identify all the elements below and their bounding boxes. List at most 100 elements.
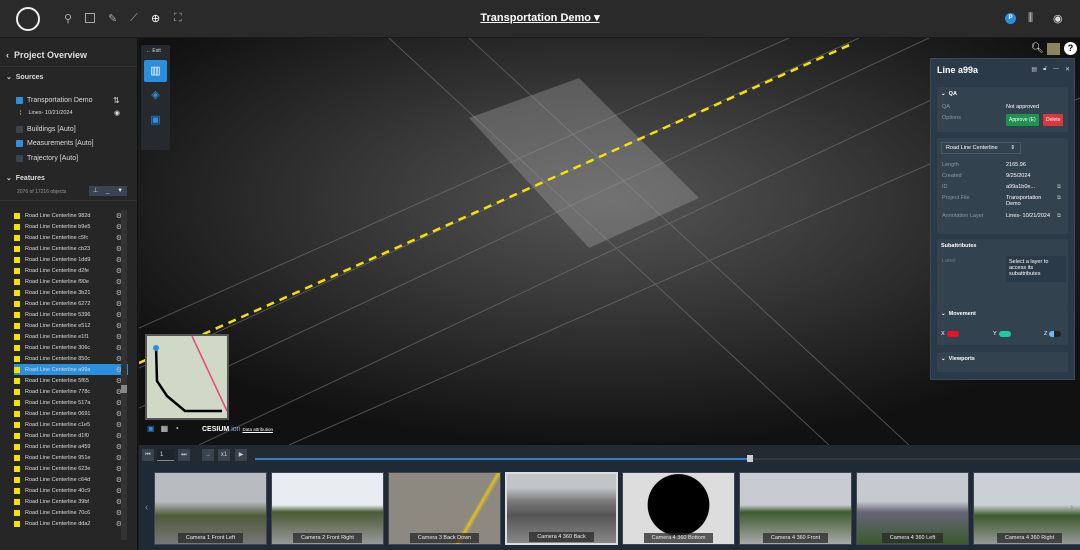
feature-list-item[interactable]: Road Line Centerline e1f1 ⚙ xyxy=(14,331,128,342)
minimize-icon[interactable]: — xyxy=(1053,66,1059,73)
collapse-icon[interactable]: _ xyxy=(106,186,109,196)
dock-icon[interactable]: ▤ xyxy=(1031,66,1037,73)
data-attribution-link[interactable]: Data attribution xyxy=(242,427,273,432)
minimap[interactable] xyxy=(145,334,229,420)
source-measurements[interactable]: Measurements [Auto] xyxy=(16,140,94,147)
play-button[interactable]: ▶ xyxy=(235,449,247,461)
camera-thumbnail[interactable]: Camera 3 Back Down xyxy=(388,472,501,545)
compass-icon[interactable]: ◔ xyxy=(174,424,179,433)
filter-icon[interactable]: ▼ xyxy=(117,186,123,196)
delete-button[interactable]: Delete xyxy=(1043,114,1064,126)
subattribute-select[interactable]: Select a layer to access its subattribut… xyxy=(1006,256,1066,282)
settings-sliders-icon[interactable]: ⫼ xyxy=(1028,12,1033,25)
camera-thumbnail[interactable]: Camera 4 360 Right xyxy=(973,472,1080,545)
camera-thumbnail[interactable]: Camera 4 360 Back xyxy=(505,472,618,545)
scrollbar[interactable] xyxy=(121,210,127,540)
feature-list-item[interactable]: Road Line Centerline cb23 ⚙ xyxy=(14,243,128,254)
feature-list-item[interactable]: Road Line Centerline 5396 ⚙ xyxy=(14,309,128,320)
feature-list-item[interactable]: Road Line Centerline 6272 ⚙ xyxy=(14,298,128,309)
feature-list-item[interactable]: Road Line Centerline c5fc ⚙ xyxy=(14,232,128,243)
feature-list-item[interactable]: Road Line Centerline b9e5 ⚙ xyxy=(14,221,128,232)
timeline-handle[interactable] xyxy=(747,455,753,462)
y-toggle[interactable] xyxy=(998,331,1011,337)
speed-button[interactable]: x1 xyxy=(218,449,230,461)
feature-list-item[interactable]: Road Line Centerline 850c ⚙ xyxy=(14,353,128,364)
last-frame-button[interactable]: ⏭ xyxy=(178,449,190,461)
movement-header[interactable]: ⌄ Movement xyxy=(941,311,976,317)
copy-icon[interactable]: ⧉ xyxy=(1057,184,1061,191)
approve-button[interactable]: Approve (E) xyxy=(1006,114,1039,126)
feature-list-item[interactable]: Road Line Centerline 517a ⚙ xyxy=(14,397,128,408)
grid-icon[interactable]: ▦ xyxy=(161,424,169,433)
feature-list-item[interactable]: Road Line Centerline 39bf ⚙ xyxy=(14,496,128,507)
imagery-thumbnail[interactable] xyxy=(1047,43,1060,55)
project-overview-back[interactable]: ‹ Project Overview xyxy=(6,50,87,60)
color-swatch xyxy=(14,509,20,516)
source-trajectory[interactable]: Trajectory [Auto] xyxy=(16,155,78,162)
sort-icon[interactable]: ⊥ xyxy=(93,186,98,196)
link-icon[interactable]: ⧉ xyxy=(1057,195,1061,202)
source-lines-layer[interactable]: ¦ Lines- 10/21/2024 xyxy=(20,110,73,116)
close-icon[interactable]: ✕ xyxy=(1065,66,1070,73)
sort-icon[interactable]: ⇅ xyxy=(113,96,120,105)
source-transportation-demo[interactable]: Transportation Demo xyxy=(16,97,93,104)
property-value: 9/25/2024 xyxy=(1006,173,1031,179)
feature-list-item[interactable]: Road Line Centerline d2fe ⚙ xyxy=(14,265,128,276)
feature-list-item[interactable]: Road Line Centerline c64d ⚙ xyxy=(14,474,128,485)
feature-list-item[interactable]: Road Line Centerline 40c9 ⚙ xyxy=(14,485,128,496)
features-header[interactable]: ⌄ Features xyxy=(6,174,45,182)
search-icon[interactable]: 🔍︎ xyxy=(1031,43,1044,54)
first-frame-button[interactable]: ⏮ xyxy=(142,449,154,461)
checkbox[interactable] xyxy=(16,155,23,162)
viewports-header[interactable]: ⌄ Viewports xyxy=(941,356,975,362)
feature-list-item[interactable]: Road Line Centerline c1e5 ⚙ xyxy=(14,419,128,430)
feature-list-item[interactable]: Road Line Centerline 1dd9 ⚙ xyxy=(14,254,128,265)
feature-list-item[interactable]: Road Line Centerline 0691 ⚙ xyxy=(14,408,128,419)
z-toggle[interactable] xyxy=(1049,331,1062,337)
image-icon[interactable]: ▣ xyxy=(141,113,170,126)
camera-thumbnail[interactable]: Camera 2 Front Right xyxy=(271,472,384,545)
x-toggle[interactable] xyxy=(946,331,959,337)
timeline-slider[interactable] xyxy=(255,458,1080,460)
qa-header[interactable]: ⌄ QA xyxy=(941,91,957,97)
map-view-icon[interactable]: ▣ xyxy=(147,424,155,433)
feature-list-item[interactable]: Road Line Centerline 70c6 ⚙ xyxy=(14,507,128,518)
user-badge[interactable]: P xyxy=(1005,13,1016,24)
account-icon[interactable]: ◉ xyxy=(1053,12,1063,25)
camera-thumbnail[interactable]: Camera 4 360 Front xyxy=(739,472,852,545)
next-camera-icon[interactable]: › xyxy=(1070,502,1073,513)
map-icon[interactable]: ▥ xyxy=(144,60,167,82)
feature-list-item[interactable]: Road Line Centerline f90e ⚙ xyxy=(14,276,128,287)
project-title[interactable]: Transportation Demo ▾ xyxy=(0,11,1080,24)
checkbox[interactable] xyxy=(16,140,23,147)
camera-thumbnail[interactable]: Camera 4 360 Left xyxy=(856,472,969,545)
layer-select[interactable]: Road Line Centerline ⇕ xyxy=(941,142,1021,154)
feature-list-item[interactable]: Road Line Centerline 778c ⚙ xyxy=(14,386,128,397)
feature-list-item[interactable]: Road Line Centerline a99a ⚙ xyxy=(14,364,128,375)
feature-list-item[interactable]: Road Line Centerline 5f65 ⚙ xyxy=(14,375,128,386)
checkbox[interactable] xyxy=(16,126,23,133)
feature-list-item[interactable]: Road Line Centerline dda2 ⚙ xyxy=(14,518,128,529)
sources-header[interactable]: ⌄ Sources xyxy=(6,73,43,81)
exit-button[interactable]: ← Exit xyxy=(141,45,170,57)
prev-camera-icon[interactable]: ‹ xyxy=(145,502,148,513)
feature-list-item[interactable]: Road Line Centerline 951e ⚙ xyxy=(14,452,128,463)
feature-list-item[interactable]: Road Line Centerline 623e ⚙ xyxy=(14,463,128,474)
eye-icon[interactable]: ◉ xyxy=(114,109,120,117)
camera-thumbnail[interactable]: Camera 1 Front Left xyxy=(154,472,267,545)
frame-input[interactable]: 1 xyxy=(157,449,174,461)
checkbox[interactable] xyxy=(16,97,23,104)
unlock-icon[interactable]: 🔓︎ xyxy=(1043,66,1047,73)
camera-thumbnail[interactable]: Camera 4 360 Bottom xyxy=(622,472,735,545)
feature-list-item[interactable]: Road Line Centerline d1f0 ⚙ xyxy=(14,430,128,441)
source-buildings[interactable]: Buildings [Auto] xyxy=(16,126,76,133)
step-forward-button[interactable]: → xyxy=(202,449,214,461)
feature-list-item[interactable]: Road Line Centerline a459 ⚙ xyxy=(14,441,128,452)
layers-icon[interactable]: ◈ xyxy=(141,88,170,101)
help-icon[interactable]: ? xyxy=(1064,42,1077,55)
feature-list-item[interactable]: Road Line Centerline e512 ⚙ xyxy=(14,320,128,331)
feature-list-item[interactable]: Road Line Centerline 982d ⚙ xyxy=(14,210,128,221)
link-icon[interactable]: ⧉ xyxy=(1057,213,1061,220)
feature-list-item[interactable]: Road Line Centerline 3b21 ⚙ xyxy=(14,287,128,298)
feature-list-item[interactable]: Road Line Centerline 306c ⚙ xyxy=(14,342,128,353)
